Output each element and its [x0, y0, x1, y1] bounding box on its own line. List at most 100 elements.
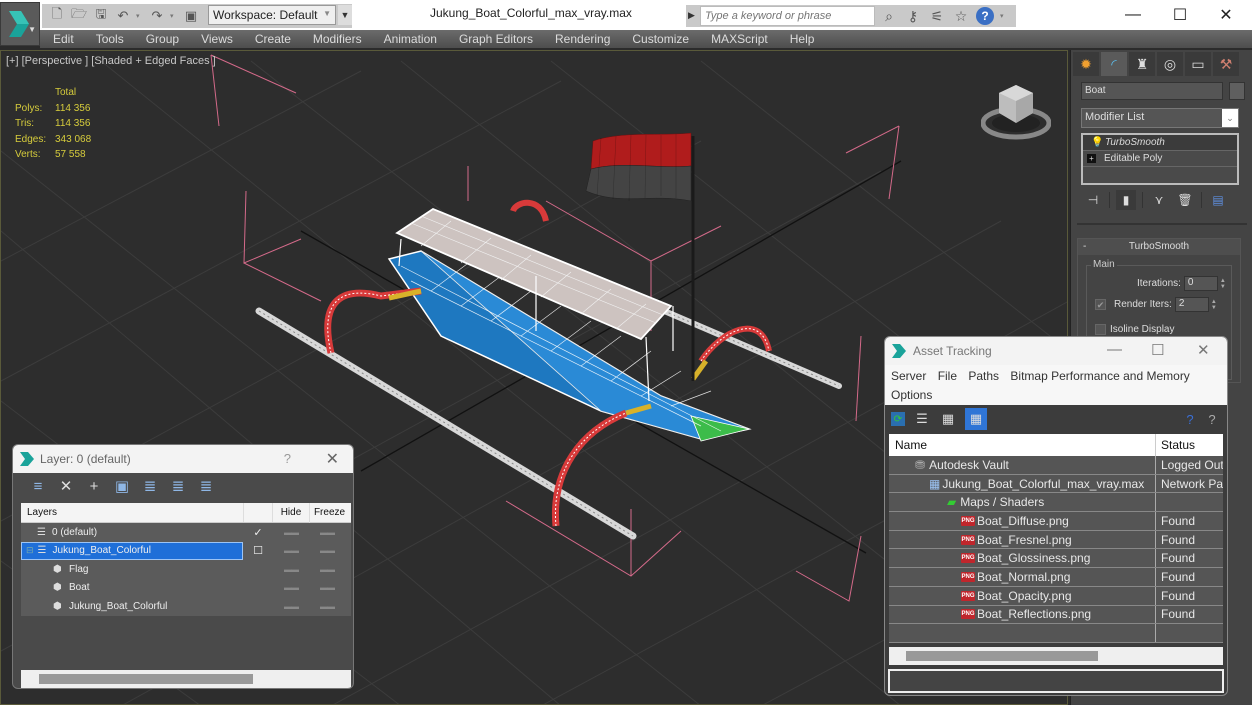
make-unique-icon[interactable]: ⋎	[1149, 190, 1169, 210]
help-dropdown-icon[interactable]: ▾	[1000, 12, 1004, 20]
expand-arrow-icon[interactable]: ▶	[688, 10, 695, 21]
asset-row[interactable]: PNG Boat_Fresnel.png Found	[889, 530, 1223, 550]
isoline-checkbox[interactable]	[1095, 324, 1106, 335]
menu-create[interactable]: Create	[244, 32, 302, 46]
configure-sets-icon[interactable]: ▤	[1208, 190, 1228, 210]
minimize-button[interactable]: —	[1107, 341, 1122, 358]
column-status[interactable]: Status	[1155, 434, 1223, 456]
object-color-swatch[interactable]	[1229, 82, 1245, 100]
menu-modifiers[interactable]: Modifiers	[302, 32, 373, 46]
layer-window-titlebar[interactable]: Layer: 0 (default) ? ✕	[13, 445, 353, 473]
redo-dropdown-icon[interactable]: ▾	[170, 12, 178, 20]
satellite-icon[interactable]: ⚟	[928, 7, 946, 25]
key-icon[interactable]: ⚷	[904, 7, 922, 25]
freeze-toggle[interactable]: ▬▬	[309, 546, 345, 555]
remove-modifier-icon[interactable]: 🗑	[1175, 190, 1195, 210]
viewcube[interactable]	[981, 83, 1051, 141]
new-file-icon[interactable]: 🗋	[48, 6, 66, 25]
render-iters-checkbox[interactable]: ✔	[1095, 299, 1106, 310]
display-tab-icon[interactable]: ▭	[1185, 52, 1211, 76]
motion-tab-icon[interactable]: ◎	[1157, 52, 1183, 76]
hide-toggle[interactable]: ▬▬	[273, 546, 309, 555]
collapse-icon[interactable]: ⊟	[26, 545, 34, 556]
stack-item-turbosmooth[interactable]: 💡 TurboSmooth	[1083, 135, 1237, 151]
hide-toggle[interactable]: ▬▬	[273, 583, 309, 592]
hide-toggle[interactable]: ▬▬	[273, 528, 309, 537]
expand-plus-icon[interactable]: +	[1087, 154, 1096, 163]
binoculars-icon[interactable]: ⌕	[880, 7, 898, 25]
menu-edit[interactable]: Edit	[40, 32, 85, 46]
asset-row[interactable]: ▦ Jukung_Boat_Colorful_max_vray.max Netwo…	[889, 474, 1223, 494]
menu-tools[interactable]: Tools	[85, 32, 135, 46]
menu-server[interactable]: Server	[891, 369, 926, 383]
asset-window-titlebar[interactable]: Asset Tracking — ☐ ✕	[885, 337, 1227, 365]
undo-icon[interactable]: ↶	[114, 7, 132, 25]
menu-customize[interactable]: Customize	[621, 32, 700, 46]
scrollbar-thumb[interactable]	[39, 674, 253, 684]
asset-row[interactable]: PNG Boat_Glossiness.png Found	[889, 549, 1223, 569]
hide-toggle[interactable]: ▬▬	[273, 565, 309, 574]
layer-row[interactable]: ⬢ Jukung_Boat_Colorful ▬▬ ▬▬	[21, 597, 351, 616]
column-layers[interactable]: Layers	[21, 507, 243, 518]
help-button[interactable]: ?	[284, 451, 291, 466]
add-to-layer-icon[interactable]: +	[85, 477, 103, 495]
create-layer-icon[interactable]: ≡	[29, 477, 47, 495]
freeze-all-layers-icon[interactable]: ≣	[197, 477, 215, 495]
column-current[interactable]	[243, 503, 273, 522]
horizontal-scrollbar[interactable]	[889, 647, 1223, 665]
workspace-select[interactable]: Workspace: Default ▼	[208, 5, 336, 25]
rollout-header[interactable]: - TurboSmooth	[1078, 239, 1240, 255]
horizontal-scrollbar[interactable]	[21, 670, 351, 688]
project-folder-icon[interactable]: ▣	[182, 7, 200, 25]
close-button[interactable]: ✕	[1197, 341, 1210, 359]
hide-toggle[interactable]: ▬▬	[273, 602, 309, 611]
asset-row[interactable]: ⛃ Autodesk Vault Logged Out	[889, 456, 1223, 475]
maximize-button[interactable]: ☐	[1157, 0, 1203, 30]
search-input[interactable]	[700, 6, 875, 26]
stack-item-editable-poly[interactable]: + Editable Poly	[1083, 151, 1237, 167]
collapse-icon[interactable]: -	[1083, 239, 1086, 255]
redo-icon[interactable]: ↷	[148, 7, 166, 25]
help-button[interactable]: ?	[976, 7, 994, 25]
spinner-arrows-icon[interactable]: ▲ ▼	[1211, 299, 1219, 311]
menu-group[interactable]: Group	[135, 32, 190, 46]
modify-tab-icon[interactable]: ◜	[1101, 52, 1127, 76]
asset-row[interactable]: PNG Boat_Opacity.png Found	[889, 586, 1223, 606]
column-name[interactable]: Name	[889, 438, 1155, 452]
iterations-spinner[interactable]: 0	[1183, 276, 1218, 291]
select-objects-icon[interactable]: ▣	[113, 477, 131, 495]
table-view-icon[interactable]: ▦	[965, 408, 987, 430]
modifier-list-dropdown[interactable]: Modifier List ⌄	[1081, 108, 1239, 128]
undo-dropdown-icon[interactable]: ▾	[136, 12, 144, 20]
app-menu-button[interactable]: ▼	[0, 2, 40, 46]
menu-rendering[interactable]: Rendering	[544, 32, 621, 46]
render-iters-spinner[interactable]: 2	[1174, 297, 1209, 312]
freeze-toggle[interactable]: ▬▬	[309, 602, 345, 611]
close-button[interactable]: ✕	[326, 449, 339, 469]
current-layer-check[interactable]: ☐	[243, 544, 273, 557]
menu-maxscript[interactable]: MAXScript	[700, 32, 779, 46]
scrollbar-thumb[interactable]	[906, 651, 1098, 661]
spinner-arrows-icon[interactable]: ▲ ▼	[1220, 278, 1228, 290]
menu-paths[interactable]: Paths	[968, 369, 999, 383]
layer-row[interactable]: ⬢ Flag ▬▬ ▬▬	[21, 560, 351, 579]
layer-row[interactable]: ⬢ Boat ▬▬ ▬▬	[21, 579, 351, 598]
freeze-toggle[interactable]: ▬▬	[309, 565, 345, 574]
select-layers-icon[interactable]: ≣	[141, 477, 159, 495]
hide-all-layers-icon[interactable]: ≣	[169, 477, 187, 495]
menu-options[interactable]: Options	[891, 388, 932, 402]
asset-row[interactable]: PNG Boat_Diffuse.png Found	[889, 512, 1223, 531]
help-off-icon[interactable]: ?	[1203, 410, 1221, 428]
qat-customize-button[interactable]: ▼	[338, 5, 352, 25]
viewport-label[interactable]: [+] [Perspective ] [Shaded + Edged Faces…	[6, 55, 216, 67]
minimize-button[interactable]: —	[1110, 0, 1156, 30]
hierarchy-tab-icon[interactable]: ♜	[1129, 52, 1155, 76]
layer-row[interactable]: ⊟ ☰ Jukung_Boat_Colorful ☐ ▬▬ ▬▬	[21, 541, 351, 560]
create-tab-icon[interactable]: ✹	[1073, 52, 1099, 76]
help-icon[interactable]: ?	[1181, 410, 1199, 428]
delete-layer-icon[interactable]: ✕	[57, 477, 75, 495]
utilities-tab-icon[interactable]: ⚒	[1213, 52, 1239, 76]
menu-help[interactable]: Help	[779, 32, 826, 46]
save-icon[interactable]: 🖫	[92, 6, 110, 25]
show-end-result-icon[interactable]: ▮	[1116, 190, 1136, 210]
